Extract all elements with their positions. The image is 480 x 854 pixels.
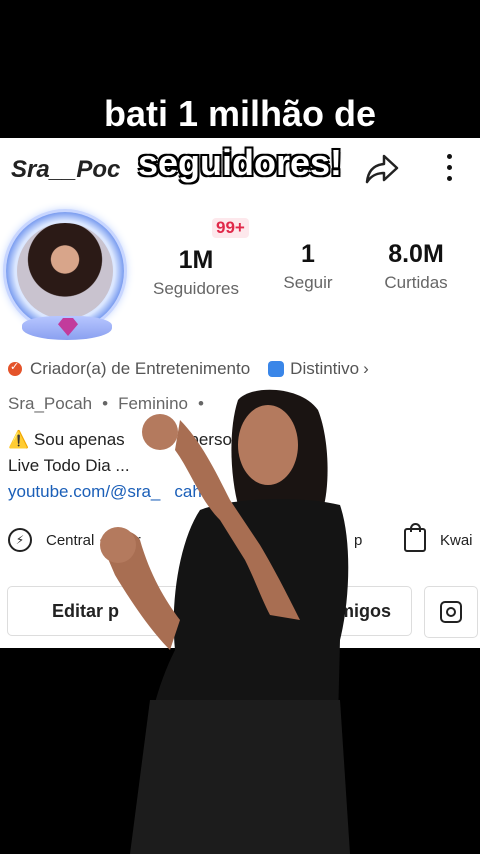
bio-link-text: youtube.com/@sra_	[8, 482, 161, 501]
shop-label-tail[interactable]: p	[354, 532, 362, 549]
shopping-bag-icon	[404, 523, 426, 552]
bio-link-tail: cah	[174, 482, 202, 501]
creator-center-button[interactable]: ⚡ Central riador	[8, 528, 141, 552]
avatar-photo	[17, 223, 113, 319]
badge-label: Distintivo	[290, 359, 360, 378]
bio-link[interactable]: youtube.com/@sra_ cah	[8, 482, 202, 502]
stat-likes-label: Curtidas	[384, 273, 448, 292]
creator-center-label: Central	[46, 531, 95, 549]
bio-line-2: Live Todo Dia ...	[8, 456, 130, 475]
add-friends-button[interactable]: amigos	[270, 586, 412, 636]
bio-line-1: ⚠️ Sou apenas perso	[8, 430, 232, 450]
notification-badge[interactable]: 99+	[212, 218, 249, 238]
creator-label: Criador(a) de Entretenimento	[30, 359, 251, 378]
edit-profile-button[interactable]: Editar p	[7, 586, 207, 636]
stat-followers[interactable]: 1M Seguidores	[148, 246, 244, 299]
creator-row[interactable]: Criador(a) de Entretenimento Distintivo …	[8, 359, 369, 379]
bolt-icon: ⚡	[8, 528, 32, 552]
stat-likes-value: 8.0M	[388, 240, 444, 268]
avatar[interactable]	[2, 208, 134, 340]
kwai-label: Kwai	[440, 531, 473, 549]
caption-line-1: bati 1 milhão de	[103, 93, 377, 134]
handle: Sra_Pocah	[8, 394, 93, 413]
bio-line-1-text: Sou apenas	[33, 430, 125, 449]
verified-creator-icon	[8, 360, 22, 376]
stat-likes[interactable]: 8.0M Curtidas	[370, 240, 462, 293]
caption-line-2: seguidores!	[137, 142, 343, 183]
stat-followers-value: 1M	[178, 246, 214, 274]
profile-screen: Sra__Poc 99+ 1M Seguidores 1 Seguir 8.0M…	[0, 138, 480, 648]
stat-following-label: Seguir	[283, 273, 333, 292]
info-row: Sra_Pocah • Feminino •	[8, 394, 214, 414]
chevron-right-icon: ›	[363, 359, 369, 378]
creator-center-label-tail: riador	[102, 531, 141, 549]
stat-following-value: 1	[301, 240, 315, 268]
tools-row: ⚡ Central riador p Kwai	[8, 523, 478, 554]
badge-icon	[268, 361, 285, 377]
separator-dot: •	[198, 394, 204, 413]
bio-line-1-tail: perso	[189, 430, 232, 449]
gender: Feminino	[118, 394, 188, 413]
stat-followers-label: Seguidores	[152, 279, 239, 298]
stat-following[interactable]: 1 Seguir	[276, 240, 340, 293]
warning-icon: ⚠️	[8, 430, 30, 449]
instagram-button[interactable]	[424, 586, 478, 638]
separator-dot: •	[102, 394, 109, 413]
instagram-icon	[440, 601, 462, 623]
kwai-button[interactable]: Kwai	[404, 523, 473, 552]
